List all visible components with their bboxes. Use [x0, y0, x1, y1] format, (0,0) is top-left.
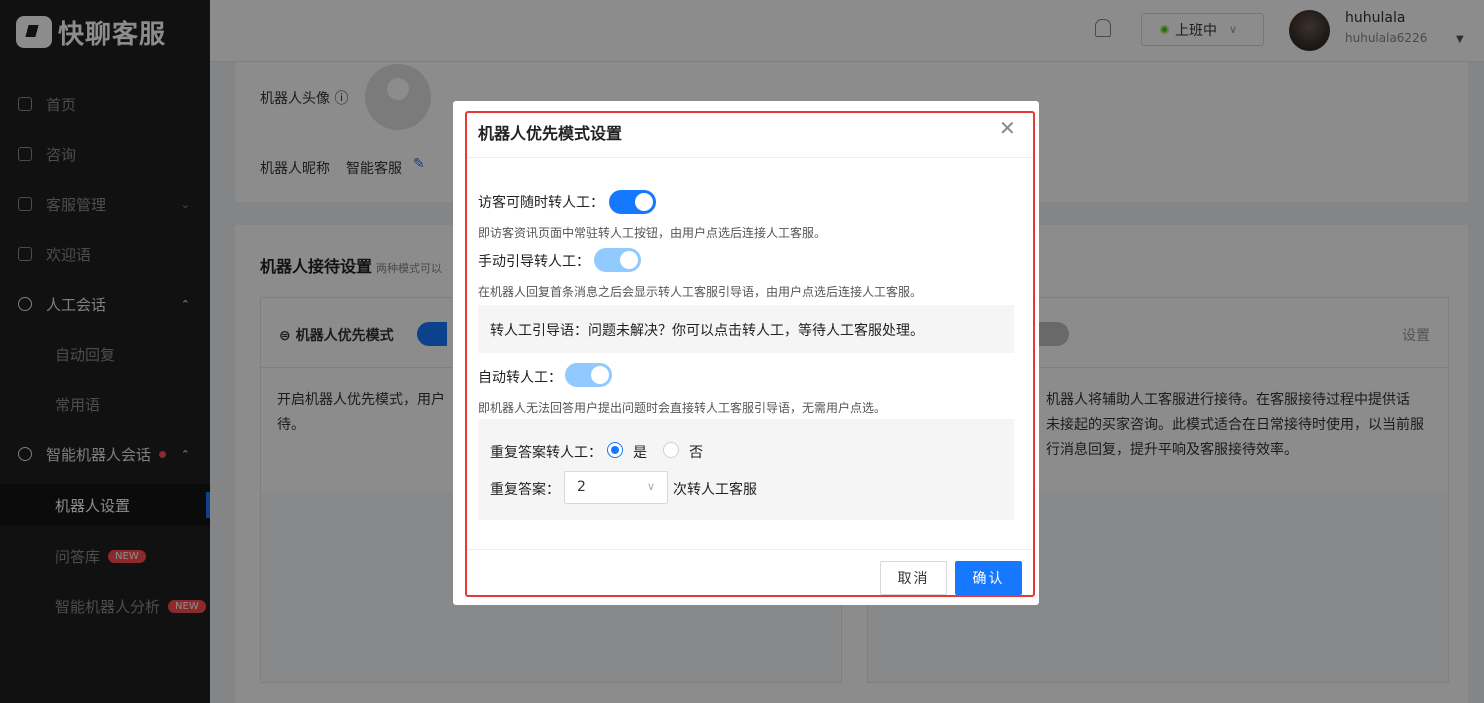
- chevron-down-icon: ∨: [646, 480, 655, 493]
- opt1-toggle[interactable]: [609, 190, 656, 214]
- opt3-label: 自动转人工：: [478, 370, 562, 386]
- select-value: 2: [577, 479, 586, 495]
- divider: [467, 549, 1033, 550]
- radio-no-label: 否: [689, 445, 703, 461]
- opt2-label: 手动引导转人工：: [478, 254, 590, 270]
- opt3-hint: 即机器人无法回答用户提出问题时会直接转人工客服引导语，无需用户点选。: [478, 401, 887, 415]
- opt3-toggle[interactable]: [565, 363, 612, 387]
- opt1-label: 访客可随时转人工：: [478, 195, 604, 211]
- confirm-button[interactable]: 确认: [955, 561, 1022, 595]
- bot-first-mode-dialog: 机器人优先模式设置 ✕ 访客可随时转人工： 即访客资讯页面中常驻转人工按钮，由用…: [453, 101, 1039, 605]
- toggle-knob: [620, 251, 638, 269]
- repeat-count-suffix: 次转人工客服: [673, 482, 757, 498]
- close-icon[interactable]: ✕: [999, 118, 1016, 138]
- cancel-button[interactable]: 取消: [880, 561, 947, 595]
- guide-text: 转人工引导语：问题未解决？你可以点击转人工，等待人工客服处理。: [490, 323, 924, 339]
- repeat-count-label: 重复答案：: [490, 482, 560, 498]
- repeat-count-select[interactable]: 2 ∨: [564, 471, 668, 504]
- highlight-frame: [465, 111, 1035, 597]
- divider: [467, 157, 1033, 158]
- opt2-toggle[interactable]: [594, 248, 641, 272]
- dialog-title: 机器人优先模式设置: [478, 124, 623, 143]
- guide-text-box: 转人工引导语：问题未解决？你可以点击转人工，等待人工客服处理。: [478, 305, 1014, 353]
- toggle-knob: [635, 193, 653, 211]
- opt2-hint: 在机器人回复首条消息之后会显示转人工客服引导语，由用户点选后连接人工客服。: [478, 285, 923, 299]
- opt1-hint: 即访客资讯页面中常驻转人工按钮，由用户点选后连接人工客服。: [478, 226, 827, 240]
- radio-yes[interactable]: [607, 442, 623, 458]
- repeat-settings-box: [478, 419, 1014, 520]
- toggle-knob: [591, 366, 609, 384]
- radio-yes-label: 是: [633, 445, 647, 461]
- radio-no[interactable]: [663, 442, 679, 458]
- repeat-label: 重复答案转人工：: [490, 445, 602, 461]
